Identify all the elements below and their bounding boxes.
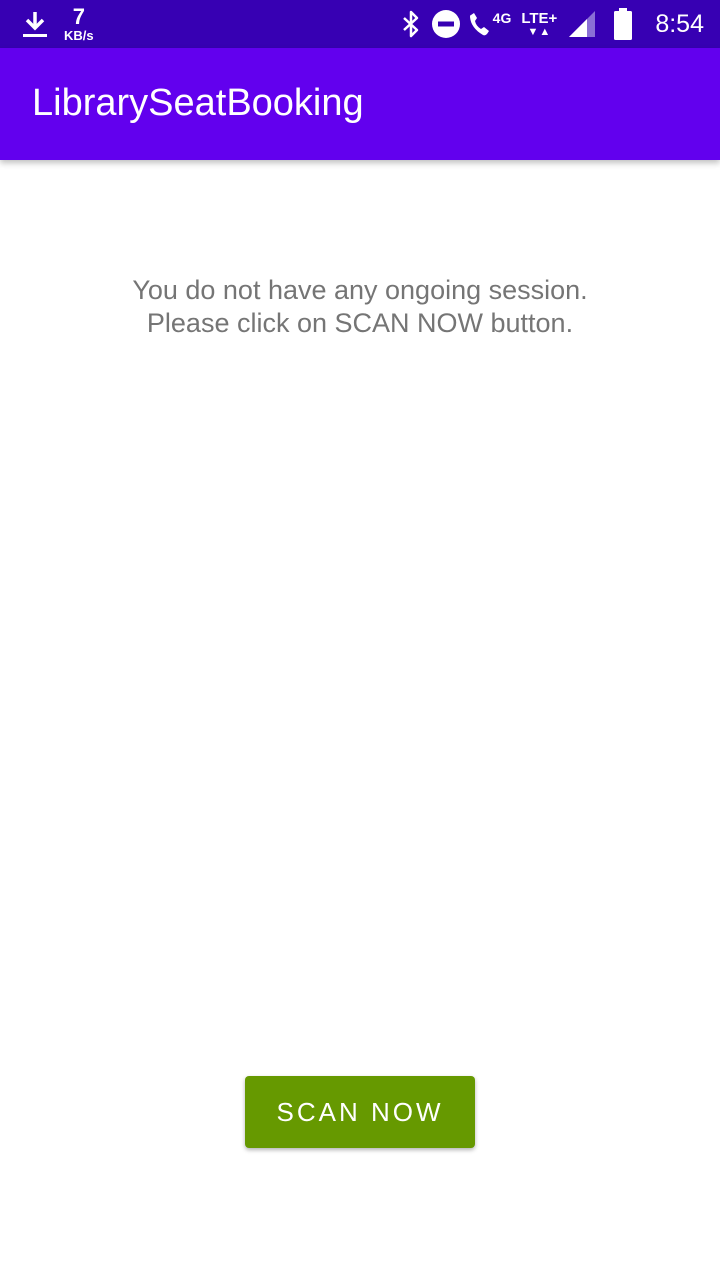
do-not-disturb-icon [431,9,461,39]
status-bar: 7 KB/s 4G LTE+ ▼▲ 8:54 [0,0,720,48]
download-icon [18,0,52,48]
call-network-label: 4G [492,10,512,26]
message-line-1: You do not have any ongoing session. [132,275,588,305]
bluetooth-icon [401,10,421,38]
no-session-message: You do not have any ongoing session. Ple… [0,274,720,340]
battery-icon [613,8,633,40]
clock-time: 8:54 [655,9,704,38]
network-speed: 7 KB/s [64,4,94,43]
network-speed-value: 7 [72,4,85,29]
status-bar-right: 4G LTE+ ▼▲ 8:54 [391,0,704,48]
data-activity-icon: ▼▲ [527,25,552,38]
lte-label: LTE+ [521,9,558,27]
cell-signal-icon [567,9,597,39]
message-line-2: Please click on SCAN NOW button. [146,308,574,338]
app-title: LibrarySeatBooking [32,82,364,124]
status-bar-left: 7 KB/s [18,0,94,48]
scan-now-button[interactable]: SCAN NOW [245,1076,475,1148]
wifi-calling-icon: 4G [467,10,512,38]
network-speed-unit: KB/s [64,28,94,43]
app-bar: LibrarySeatBooking [0,48,720,160]
lte-indicator: LTE+ ▼▲ [521,11,557,38]
screen: 7 KB/s 4G LTE+ ▼▲ 8:54 LibrarySeatBookin… [0,0,720,1280]
